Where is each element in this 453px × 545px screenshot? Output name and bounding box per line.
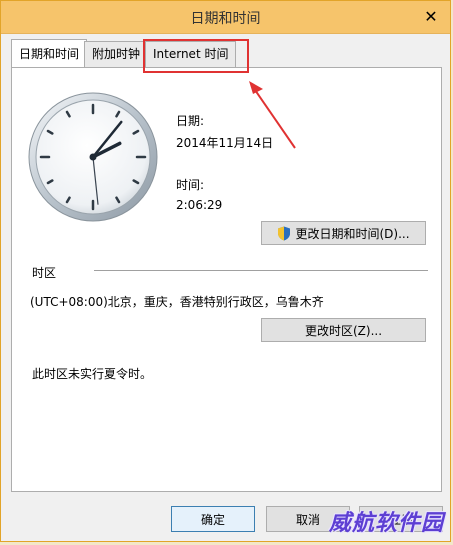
date-time-dialog: 日期和时间 ✕ 日期和时间 附加时钟 Internet 时间 日期: 2014年… [0,0,451,542]
change-date-time-label: 更改日期和时间(D)... [295,226,410,241]
change-timezone-button[interactable]: 更改时区(Z)... [261,318,426,342]
timezone-section-label: 时区 [32,266,57,280]
shield-icon [278,226,291,240]
timezone-divider [94,270,428,271]
window-title: 日期和时间 [190,11,261,27]
date-value: 2014年11月14日 [176,136,274,150]
tab-date-time[interactable]: 日期和时间 [11,39,88,68]
date-label: 日期: [176,114,205,128]
highlight-box [143,39,249,73]
watermark: 威航软件园 [328,511,444,536]
title-bar: 日期和时间 ✕ [1,1,450,34]
analog-clock [28,92,158,222]
tab-panel: 日期: 2014年11月14日 时间: 2:06:29 更改日期和时间(D)..… [11,67,442,492]
change-date-time-button[interactable]: 更改日期和时间(D)... [261,221,426,245]
tab-additional-clocks[interactable]: 附加时钟 [84,41,149,67]
ok-button[interactable]: 确定 [171,506,255,532]
dst-notice: 此时区未实行夏令时。 [32,367,153,381]
timezone-value: (UTC+08:00)北京，重庆，香港特别行政区，乌鲁木齐 [30,295,324,309]
time-value: 2:06:29 [176,198,223,212]
time-label: 时间: [176,178,205,192]
close-icon[interactable]: ✕ [418,3,444,29]
